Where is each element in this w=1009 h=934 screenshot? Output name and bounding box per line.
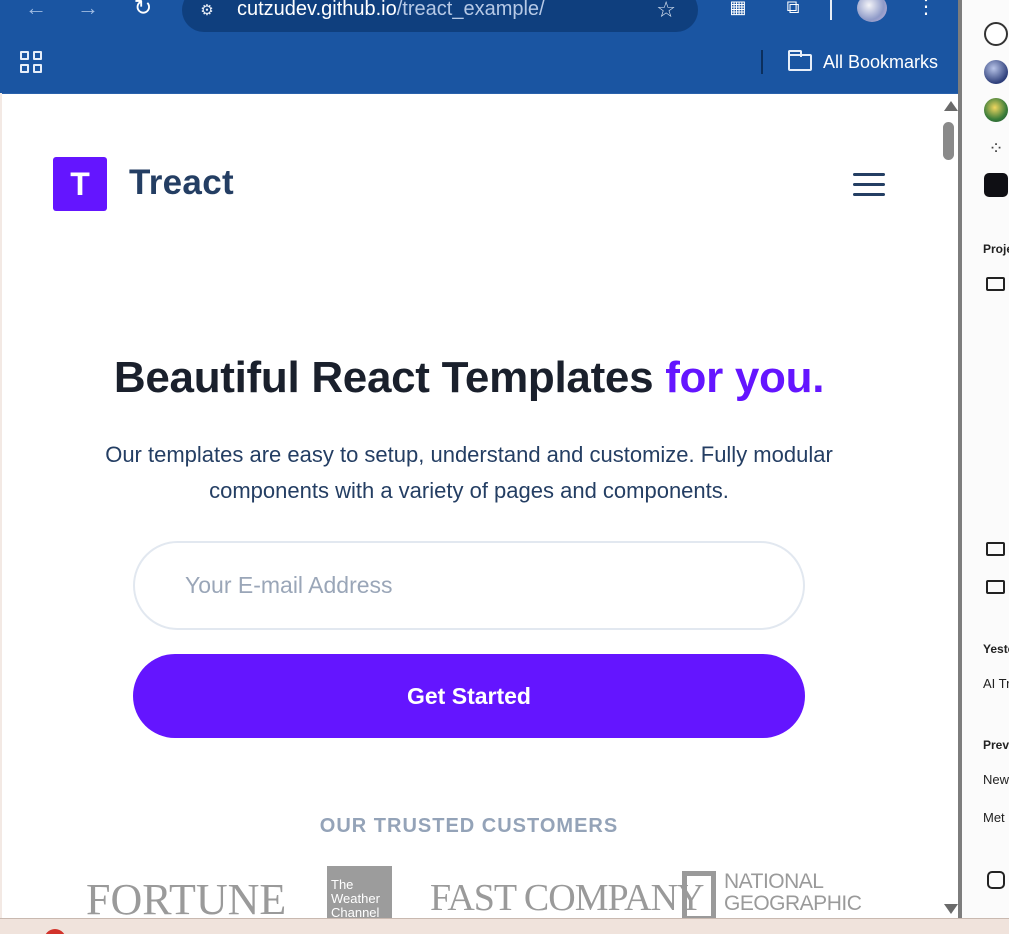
folder-icon-2[interactable] [986,542,1005,556]
customers-heading: OUR TRUSTED CUSTOMERS [319,815,619,837]
natgeo-text: NATIONAL GEOGRAPHIC [724,870,862,918]
national-geographic-logo: NATIONAL GEOGRAPHIC [682,870,862,918]
back-button[interactable]: ← [22,0,50,24]
hero-subtext: Our templates are easy to setup, underst… [105,442,833,503]
chat-item-new[interactable]: New [983,772,1009,787]
scrollbar-thumb[interactable] [943,122,954,160]
all-bookmarks-label: All Bookmarks [823,51,939,72]
headline-accent: for you. [665,353,825,402]
toolbar-divider [830,0,832,20]
settings-hex-icon[interactable] [987,871,1005,889]
natgeo-line1: NATIONAL [724,870,824,893]
url-host: cutzudev.github.io [237,0,397,20]
address-url[interactable]: cutzudev.github.io/treact_example/ [237,0,545,21]
explore-gpts-icon[interactable]: ⁘ [984,136,1008,160]
folder-icon [788,49,812,71]
folder-icon-3[interactable] [986,580,1005,594]
profile-avatar[interactable] [857,0,887,22]
previous-heading: Prev [983,738,1009,752]
taskbar-app-icon[interactable] [44,929,66,934]
projects-heading: Proje [983,242,1009,256]
browser-toolbar: ← → ↻ ⚙ cutzudev.github.io/treact_exampl… [0,0,958,34]
fast-company-logo: FAST COMPANY [430,877,704,918]
hamburger-menu-icon[interactable] [853,173,885,197]
page-viewport: T Treact Beautiful React Templates for y… [2,93,958,918]
browser-menu-icon[interactable]: ⋮ [914,0,938,22]
scroll-down-arrow-icon[interactable] [944,904,958,914]
headline-main: Beautiful React Templates [113,353,666,402]
bookmarks-divider [761,50,763,74]
chatgpt-icon[interactable] [984,22,1008,46]
fortune-logo: FORTUNE [86,875,287,918]
reload-button[interactable]: ↻ [129,0,157,24]
side-panel: ⁘ Proje Yeste AI Tr Prev New Met [962,0,1009,918]
weather-channel-logo: The Weather Channel [327,866,392,918]
project-folder-icon[interactable] [986,277,1005,291]
chat-item-ai[interactable]: AI Tr [983,676,1009,691]
extensions-puzzle-icon[interactable]: ⧉ [779,0,807,22]
natgeo-frame-icon [682,871,716,918]
natgeo-line2: GEOGRAPHIC [724,892,862,915]
chat-item-met[interactable]: Met [983,810,1005,825]
bookmark-star-icon[interactable]: ☆ [656,0,676,23]
scroll-up-arrow-icon[interactable] [944,101,958,111]
email-field[interactable] [133,541,805,630]
page-scrollbar[interactable] [939,94,958,918]
browser-chrome: ← → ↻ ⚙ cutzudev.github.io/treact_exampl… [0,0,958,93]
brand-logo-icon[interactable]: T [53,157,107,211]
taskbar [0,918,1009,934]
get-started-button[interactable]: Get Started [133,654,805,738]
bookmarks-bar: All Bookmarks [0,34,958,92]
forward-button[interactable]: → [74,0,102,24]
hero-headline: Beautiful React Templates for you. [2,353,936,403]
site-settings-icon[interactable]: ⚙ [196,0,218,22]
address-bar[interactable]: ⚙ cutzudev.github.io/treact_example/ ☆ [182,0,698,32]
yesterday-heading: Yeste [983,642,1009,656]
brand-name[interactable]: Treact [129,163,234,203]
extension-icon[interactable]: ▦ [724,0,752,22]
gpt-avatar-2-icon[interactable] [984,98,1008,122]
gpt-avatar-3-icon[interactable] [984,173,1008,197]
apps-grid-icon[interactable] [20,51,42,73]
all-bookmarks-button[interactable]: All Bookmarks [788,49,938,75]
url-path: /treact_example/ [396,0,545,20]
gpt-avatar-1-icon[interactable] [984,60,1008,84]
